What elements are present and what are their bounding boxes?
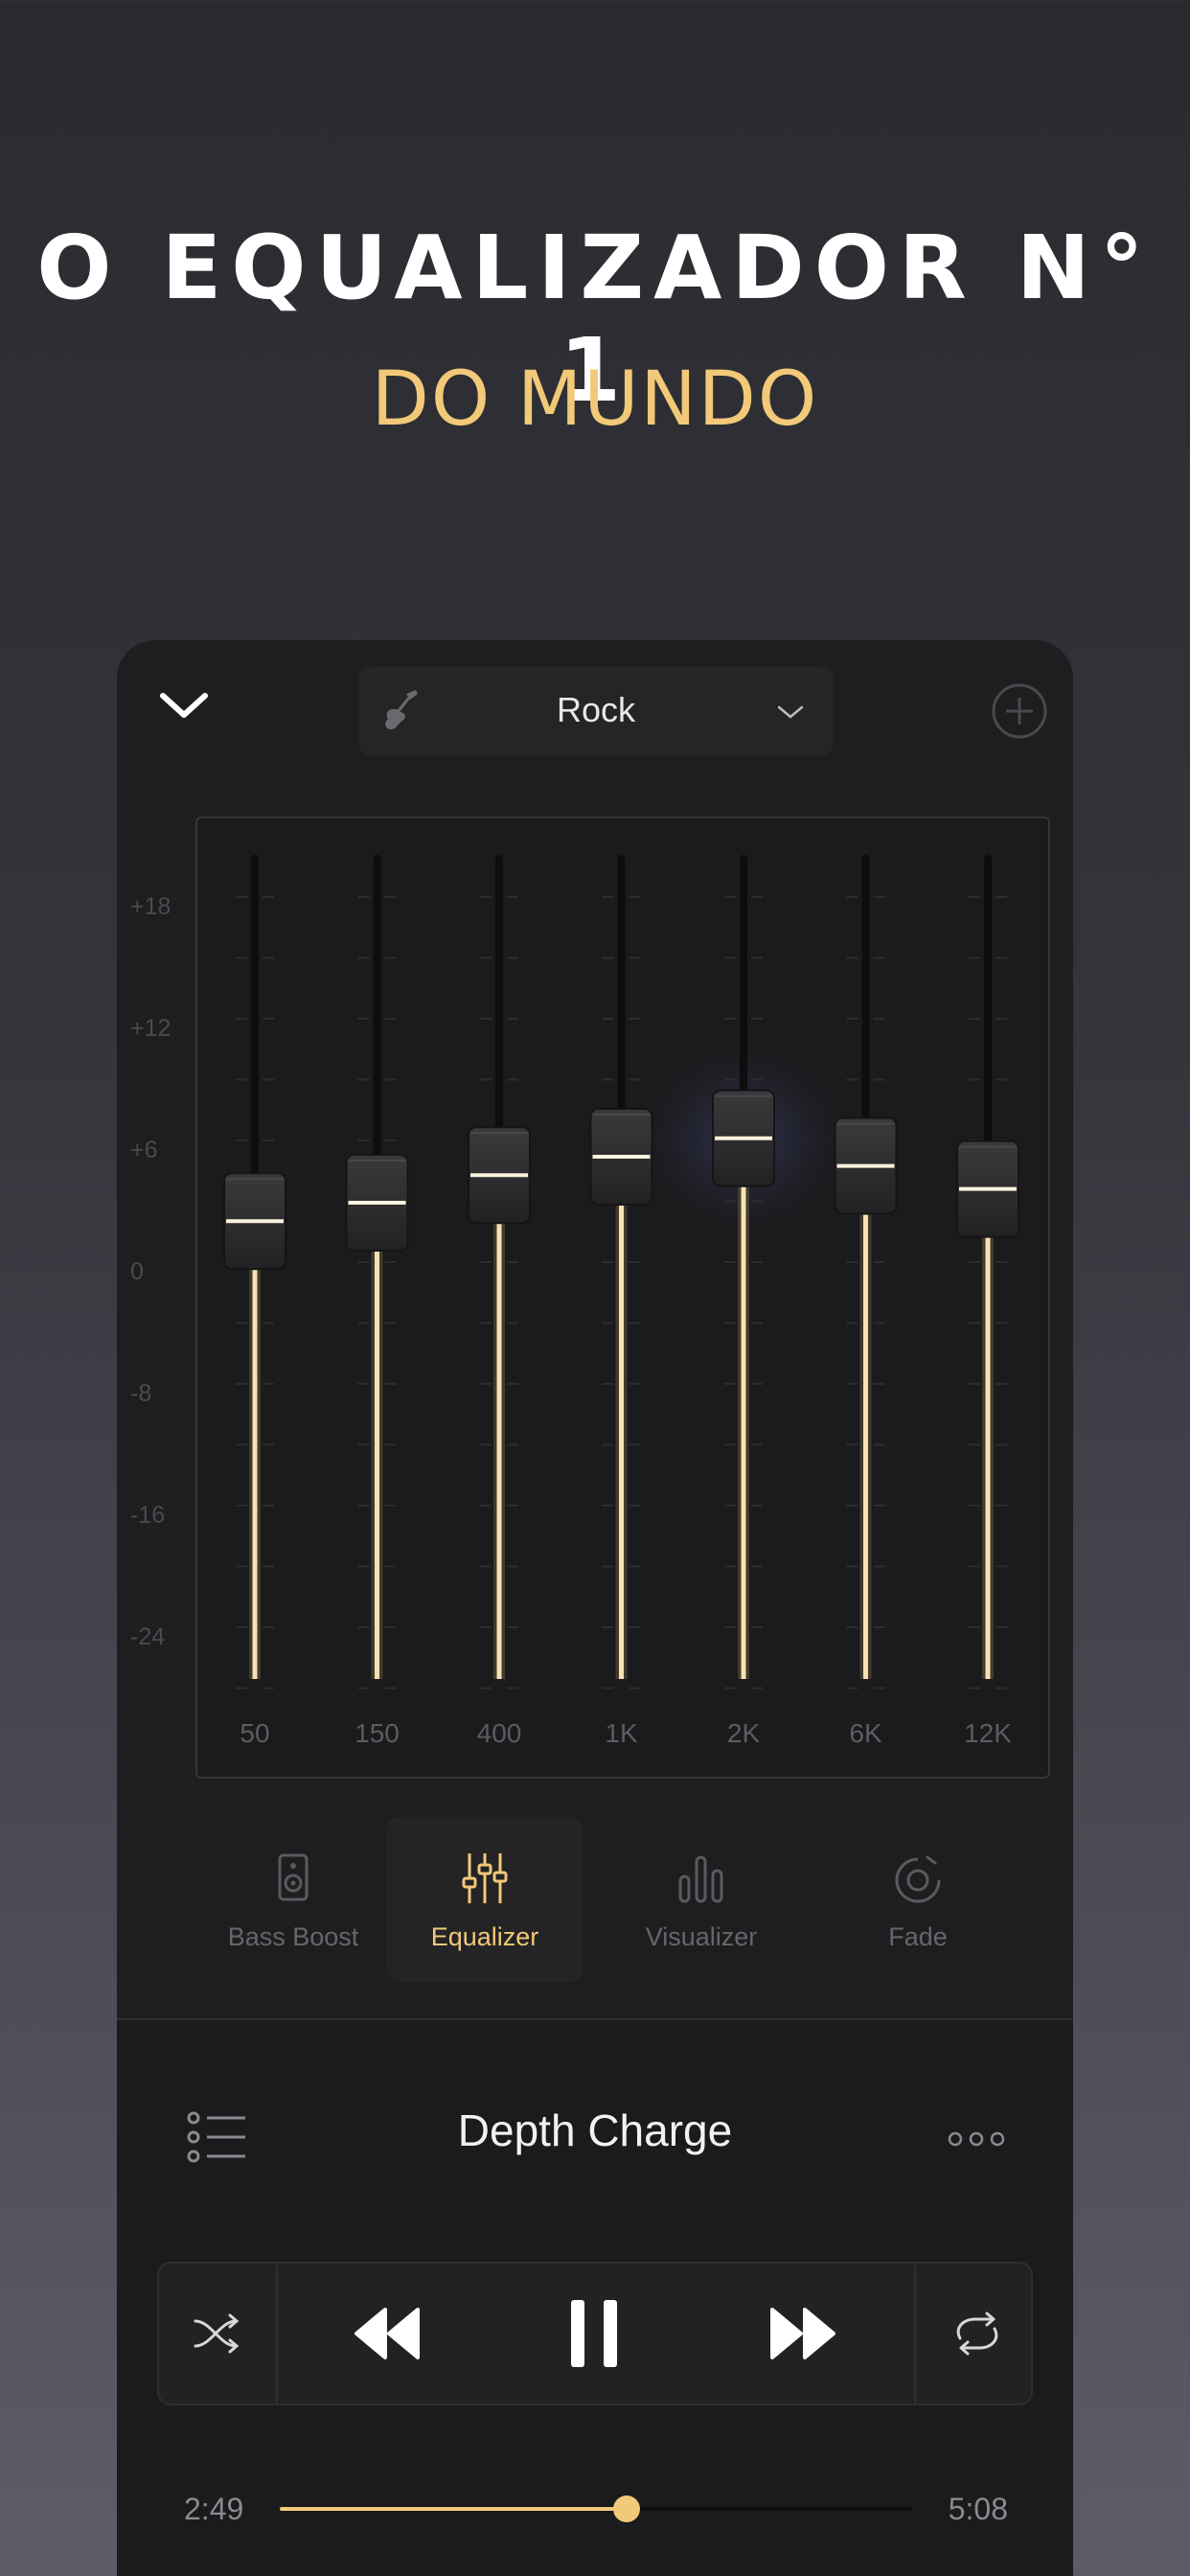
speaker-icon <box>278 1853 309 1901</box>
progress-bar[interactable] <box>280 2496 912 2522</box>
eq-band-slider[interactable]: 1K <box>589 855 653 1748</box>
band-frequency-label: 12K <box>964 1718 1012 1748</box>
tab-label: Equalizer <box>430 1922 539 1951</box>
progress-knob[interactable] <box>612 2496 640 2522</box>
divider <box>117 2018 1073 2020</box>
bars-icon <box>678 1855 723 1903</box>
band-frequency-label: 50 <box>240 1718 269 1748</box>
eq-band-slider[interactable]: 2K <box>712 855 775 1748</box>
mode-tabs: Bass Boost Equalizer Visualizer Fade <box>117 1817 1073 1986</box>
band-frequency-label: 2K <box>727 1718 761 1748</box>
db-scale-label: -8 <box>130 1380 151 1407</box>
eq-band-slider[interactable]: 50 <box>223 855 286 1748</box>
headline-subtitle: DO MUNDO <box>371 356 819 443</box>
tab-fade[interactable]: Fade <box>820 1817 1016 1982</box>
db-scale-label: +6 <box>130 1137 158 1163</box>
total-time: 5:08 <box>948 2492 1008 2526</box>
equalizer-panel: Rock +18 +12 +6 0 -8 -16 -24 50 150 400 1K 2K 6K 12K <box>117 640 1073 2576</box>
eq-band-slider[interactable]: 12K <box>956 855 1019 1748</box>
tab-label: Fade <box>888 1922 948 1951</box>
eq-band-slider[interactable]: 400 <box>468 855 531 1748</box>
elapsed-time: 2:49 <box>184 2492 244 2526</box>
db-scale-label: +18 <box>130 893 171 920</box>
equalizer-sliders: +18 +12 +6 0 -8 -16 -24 50 150 400 1K 2K 6K 12K <box>130 855 1019 1748</box>
band-frequency-label: 1K <box>605 1718 638 1748</box>
tab-visualizer[interactable]: Visualizer <box>604 1817 799 1982</box>
eq-band-slider[interactable]: 150 <box>345 855 409 1748</box>
band-frequency-label: 6K <box>849 1718 882 1748</box>
tab-label: Bass Boost <box>227 1922 359 1951</box>
tab-equalizer[interactable]: Equalizer <box>387 1817 583 1982</box>
fade-icon <box>895 1855 942 1903</box>
db-scale-label: -24 <box>130 1623 165 1650</box>
sliders-icon <box>462 1853 508 1903</box>
band-frequency-label: 400 <box>477 1718 522 1748</box>
eq-band-slider[interactable]: 6K <box>834 855 898 1748</box>
db-scale-label: +12 <box>130 1015 171 1042</box>
db-scale-label: -16 <box>130 1502 165 1529</box>
band-frequency-label: 150 <box>355 1718 400 1748</box>
db-scale-label: 0 <box>130 1258 144 1285</box>
tab-label: Visualizer <box>645 1922 758 1951</box>
progress-fill <box>280 2507 627 2511</box>
tab-bass-boost[interactable]: Bass Boost <box>195 1817 391 1982</box>
